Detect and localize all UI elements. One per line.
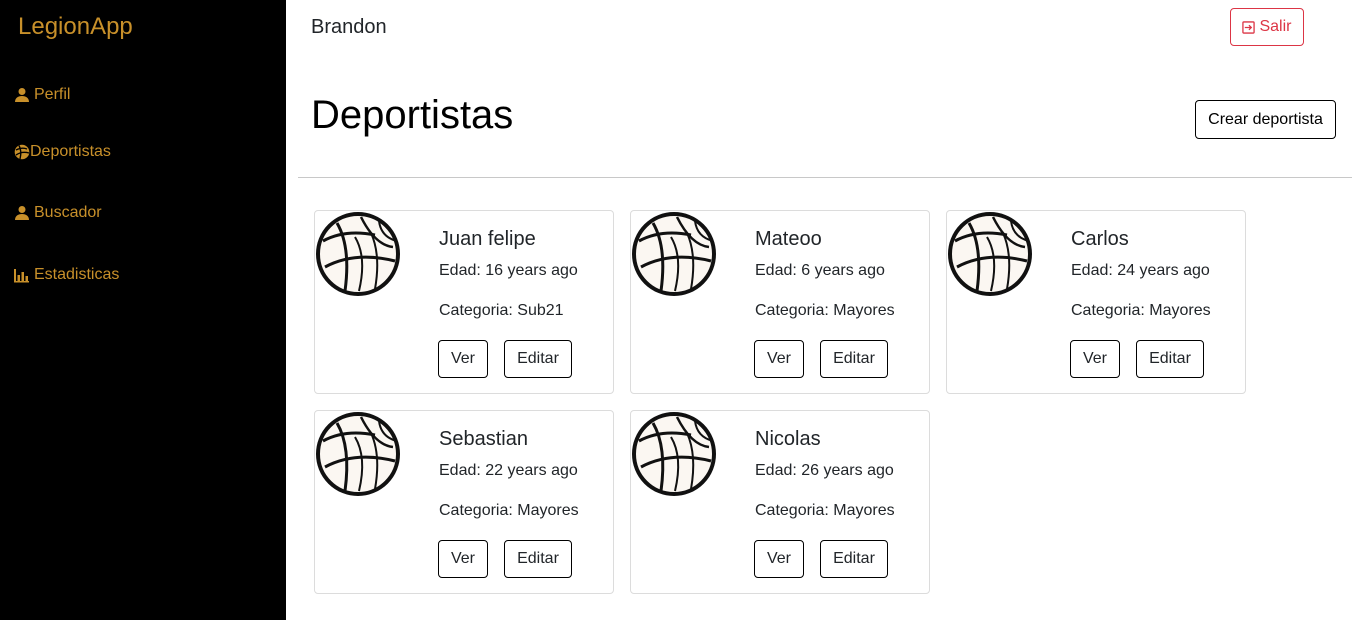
athlete-name: Nicolas: [755, 428, 821, 450]
athlete-name: Mateoo: [755, 228, 822, 250]
athlete-category: Categoria: Mayores: [439, 502, 579, 519]
athlete-category: Categoria: Sub21: [439, 302, 564, 319]
volleyball-icon: [315, 411, 401, 497]
logout-label: Salir: [1259, 18, 1292, 35]
view-button[interactable]: Ver: [754, 340, 804, 378]
athlete-age: Edad: 22 years ago: [439, 462, 578, 479]
logout-button[interactable]: Salir: [1230, 8, 1304, 46]
volleyball-icon: [315, 211, 401, 297]
volleyball-icon: [14, 144, 30, 160]
athlete-name: Juan felipe: [439, 228, 536, 250]
page-title: Deportistas: [311, 93, 514, 137]
brand-logo[interactable]: LegionApp: [18, 13, 133, 41]
main-content: Brandon Salir Deportistas Crear deportis…: [286, 0, 1364, 620]
volleyball-icon: [631, 411, 717, 497]
sidebar-item-label: Buscador: [34, 204, 102, 221]
edit-button[interactable]: Editar: [504, 340, 572, 378]
athlete-age: Edad: 24 years ago: [1071, 262, 1210, 279]
bar-chart-icon: [14, 267, 30, 283]
volleyball-icon: [947, 211, 1033, 297]
sidebar-item-label: Deportistas: [30, 143, 111, 160]
view-button[interactable]: Ver: [438, 340, 488, 378]
view-button[interactable]: Ver: [438, 540, 488, 578]
username: Brandon: [311, 16, 387, 38]
edit-button[interactable]: Editar: [820, 540, 888, 578]
sidebar-item-buscador[interactable]: Buscador: [14, 204, 102, 222]
athlete-category: Categoria: Mayores: [755, 502, 895, 519]
athlete-card: Nicolas Edad: 26 years ago Categoria: Ma…: [630, 410, 930, 594]
athlete-category: Categoria: Mayores: [755, 302, 895, 319]
athlete-card: Juan felipe Edad: 16 years ago Categoria…: [314, 210, 614, 394]
divider: [298, 177, 1352, 178]
sidebar: LegionApp Perfil Deportistas Buscador Es…: [0, 0, 286, 620]
sidebar-item-perfil[interactable]: Perfil: [14, 86, 70, 104]
edit-button[interactable]: Editar: [504, 540, 572, 578]
view-button[interactable]: Ver: [1070, 340, 1120, 378]
sidebar-item-label: Perfil: [34, 86, 71, 103]
edit-button[interactable]: Editar: [820, 340, 888, 378]
volleyball-icon: [631, 211, 717, 297]
sidebar-item-estadisticas[interactable]: Estadisticas: [14, 266, 119, 284]
user-icon: [14, 87, 30, 103]
sidebar-item-label: Estadisticas: [34, 266, 120, 283]
app-root: LegionApp Perfil Deportistas Buscador Es…: [0, 0, 1364, 620]
sign-out-icon: [1242, 20, 1256, 34]
sidebar-item-deportistas[interactable]: Deportistas: [14, 143, 111, 161]
athlete-card: Sebastian Edad: 22 years ago Categoria: …: [314, 410, 614, 594]
view-button[interactable]: Ver: [754, 540, 804, 578]
athlete-card: Mateoo Edad: 6 years ago Categoria: Mayo…: [630, 210, 930, 394]
athlete-age: Edad: 6 years ago: [755, 262, 885, 279]
edit-button[interactable]: Editar: [1136, 340, 1204, 378]
athlete-age: Edad: 26 years ago: [755, 462, 894, 479]
athlete-card: Carlos Edad: 24 years ago Categoria: May…: [946, 210, 1246, 394]
athlete-category: Categoria: Mayores: [1071, 302, 1211, 319]
create-athlete-button[interactable]: Crear deportista: [1195, 100, 1336, 139]
athlete-age: Edad: 16 years ago: [439, 262, 578, 279]
athlete-name: Sebastian: [439, 428, 528, 450]
athlete-name: Carlos: [1071, 228, 1129, 250]
user-icon: [14, 205, 30, 221]
